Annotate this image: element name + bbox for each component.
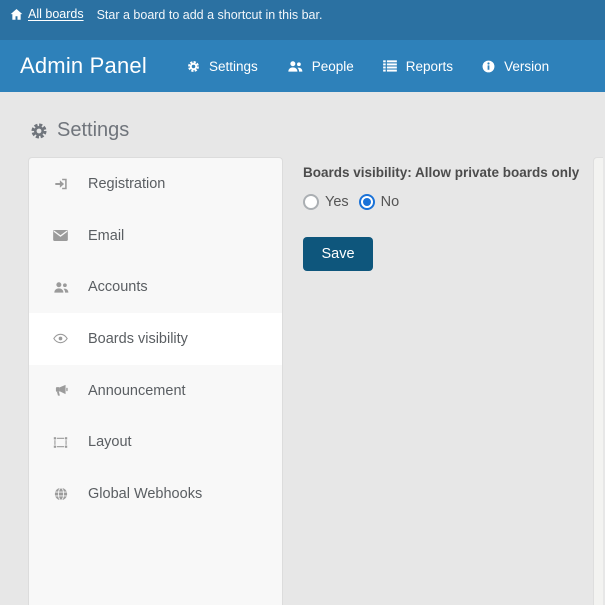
- object-group-icon: [52, 436, 69, 449]
- globe-icon: [52, 487, 69, 501]
- sidebar-item-layout[interactable]: Layout: [29, 416, 282, 468]
- eye-icon: [52, 333, 69, 344]
- all-boards-link[interactable]: All boards: [10, 7, 84, 21]
- radio-yes-label: Yes: [325, 194, 349, 210]
- sidebar-item-label: Global Webhooks: [88, 486, 202, 502]
- gear-icon: [187, 60, 200, 73]
- page-title-label: Settings: [57, 119, 129, 142]
- radio-no[interactable]: [359, 194, 375, 210]
- gear-icon: [30, 122, 48, 140]
- sidebar-item-accounts[interactable]: Accounts: [29, 261, 282, 313]
- radio-dot: [307, 198, 315, 206]
- list-icon: [383, 60, 397, 72]
- people-icon: [287, 60, 303, 73]
- sidebar-item-label: Announcement: [88, 383, 186, 399]
- all-boards-label: All boards: [28, 7, 84, 21]
- nav-item-label: Version: [504, 59, 549, 74]
- sidebar-item-label: Accounts: [88, 279, 148, 295]
- nav-item-settings[interactable]: Settings: [187, 59, 258, 74]
- save-button[interactable]: Save: [303, 237, 373, 271]
- next-panel-edge: [593, 157, 603, 605]
- radio-yes[interactable]: [303, 194, 319, 210]
- sidebar-item-label: Email: [88, 228, 124, 244]
- nav-item-label: People: [312, 59, 354, 74]
- admin-nav-bar: Admin Panel Settings People: [0, 40, 605, 92]
- visibility-options: Yes No: [303, 194, 588, 210]
- nav-item-version[interactable]: Version: [482, 59, 549, 74]
- setting-question: Boards visibility: Allow private boards …: [303, 165, 588, 180]
- admin-panel-title: Admin Panel: [20, 53, 147, 79]
- sidebar-item-announcement[interactable]: Announcement: [29, 365, 282, 417]
- sidebar-item-registration[interactable]: Registration: [29, 158, 282, 210]
- radio-dot: [363, 198, 371, 206]
- sidebar-item-label: Layout: [88, 434, 132, 450]
- info-icon: [482, 60, 495, 73]
- sidebar-item-label: Boards visibility: [88, 331, 188, 347]
- sidebar-item-boards-visibility[interactable]: Boards visibility: [29, 313, 282, 365]
- nav-item-people[interactable]: People: [287, 59, 354, 74]
- nav-item-label: Settings: [209, 59, 258, 74]
- bullhorn-icon: [52, 384, 69, 397]
- nav-item-reports[interactable]: Reports: [383, 59, 453, 74]
- nav-item-label: Reports: [406, 59, 453, 74]
- envelope-icon: [52, 230, 69, 241]
- sign-in-icon: [52, 177, 69, 191]
- home-icon: [10, 8, 23, 21]
- boards-visibility-panel: Boards visibility: Allow private boards …: [303, 165, 588, 271]
- sidebar-item-email[interactable]: Email: [29, 210, 282, 262]
- settings-sidebar: Registration Email Accounts: [28, 157, 283, 605]
- shortcut-hint-text: Star a board to add a shortcut in this b…: [97, 7, 323, 22]
- sidebar-item-label: Registration: [88, 176, 165, 192]
- users-icon: [52, 281, 69, 294]
- sidebar-item-global-webhooks[interactable]: Global Webhooks: [29, 468, 282, 520]
- radio-no-label: No: [381, 194, 400, 210]
- page-title: Settings: [30, 119, 605, 142]
- top-bar: All boards Star a board to add a shortcu…: [0, 0, 605, 40]
